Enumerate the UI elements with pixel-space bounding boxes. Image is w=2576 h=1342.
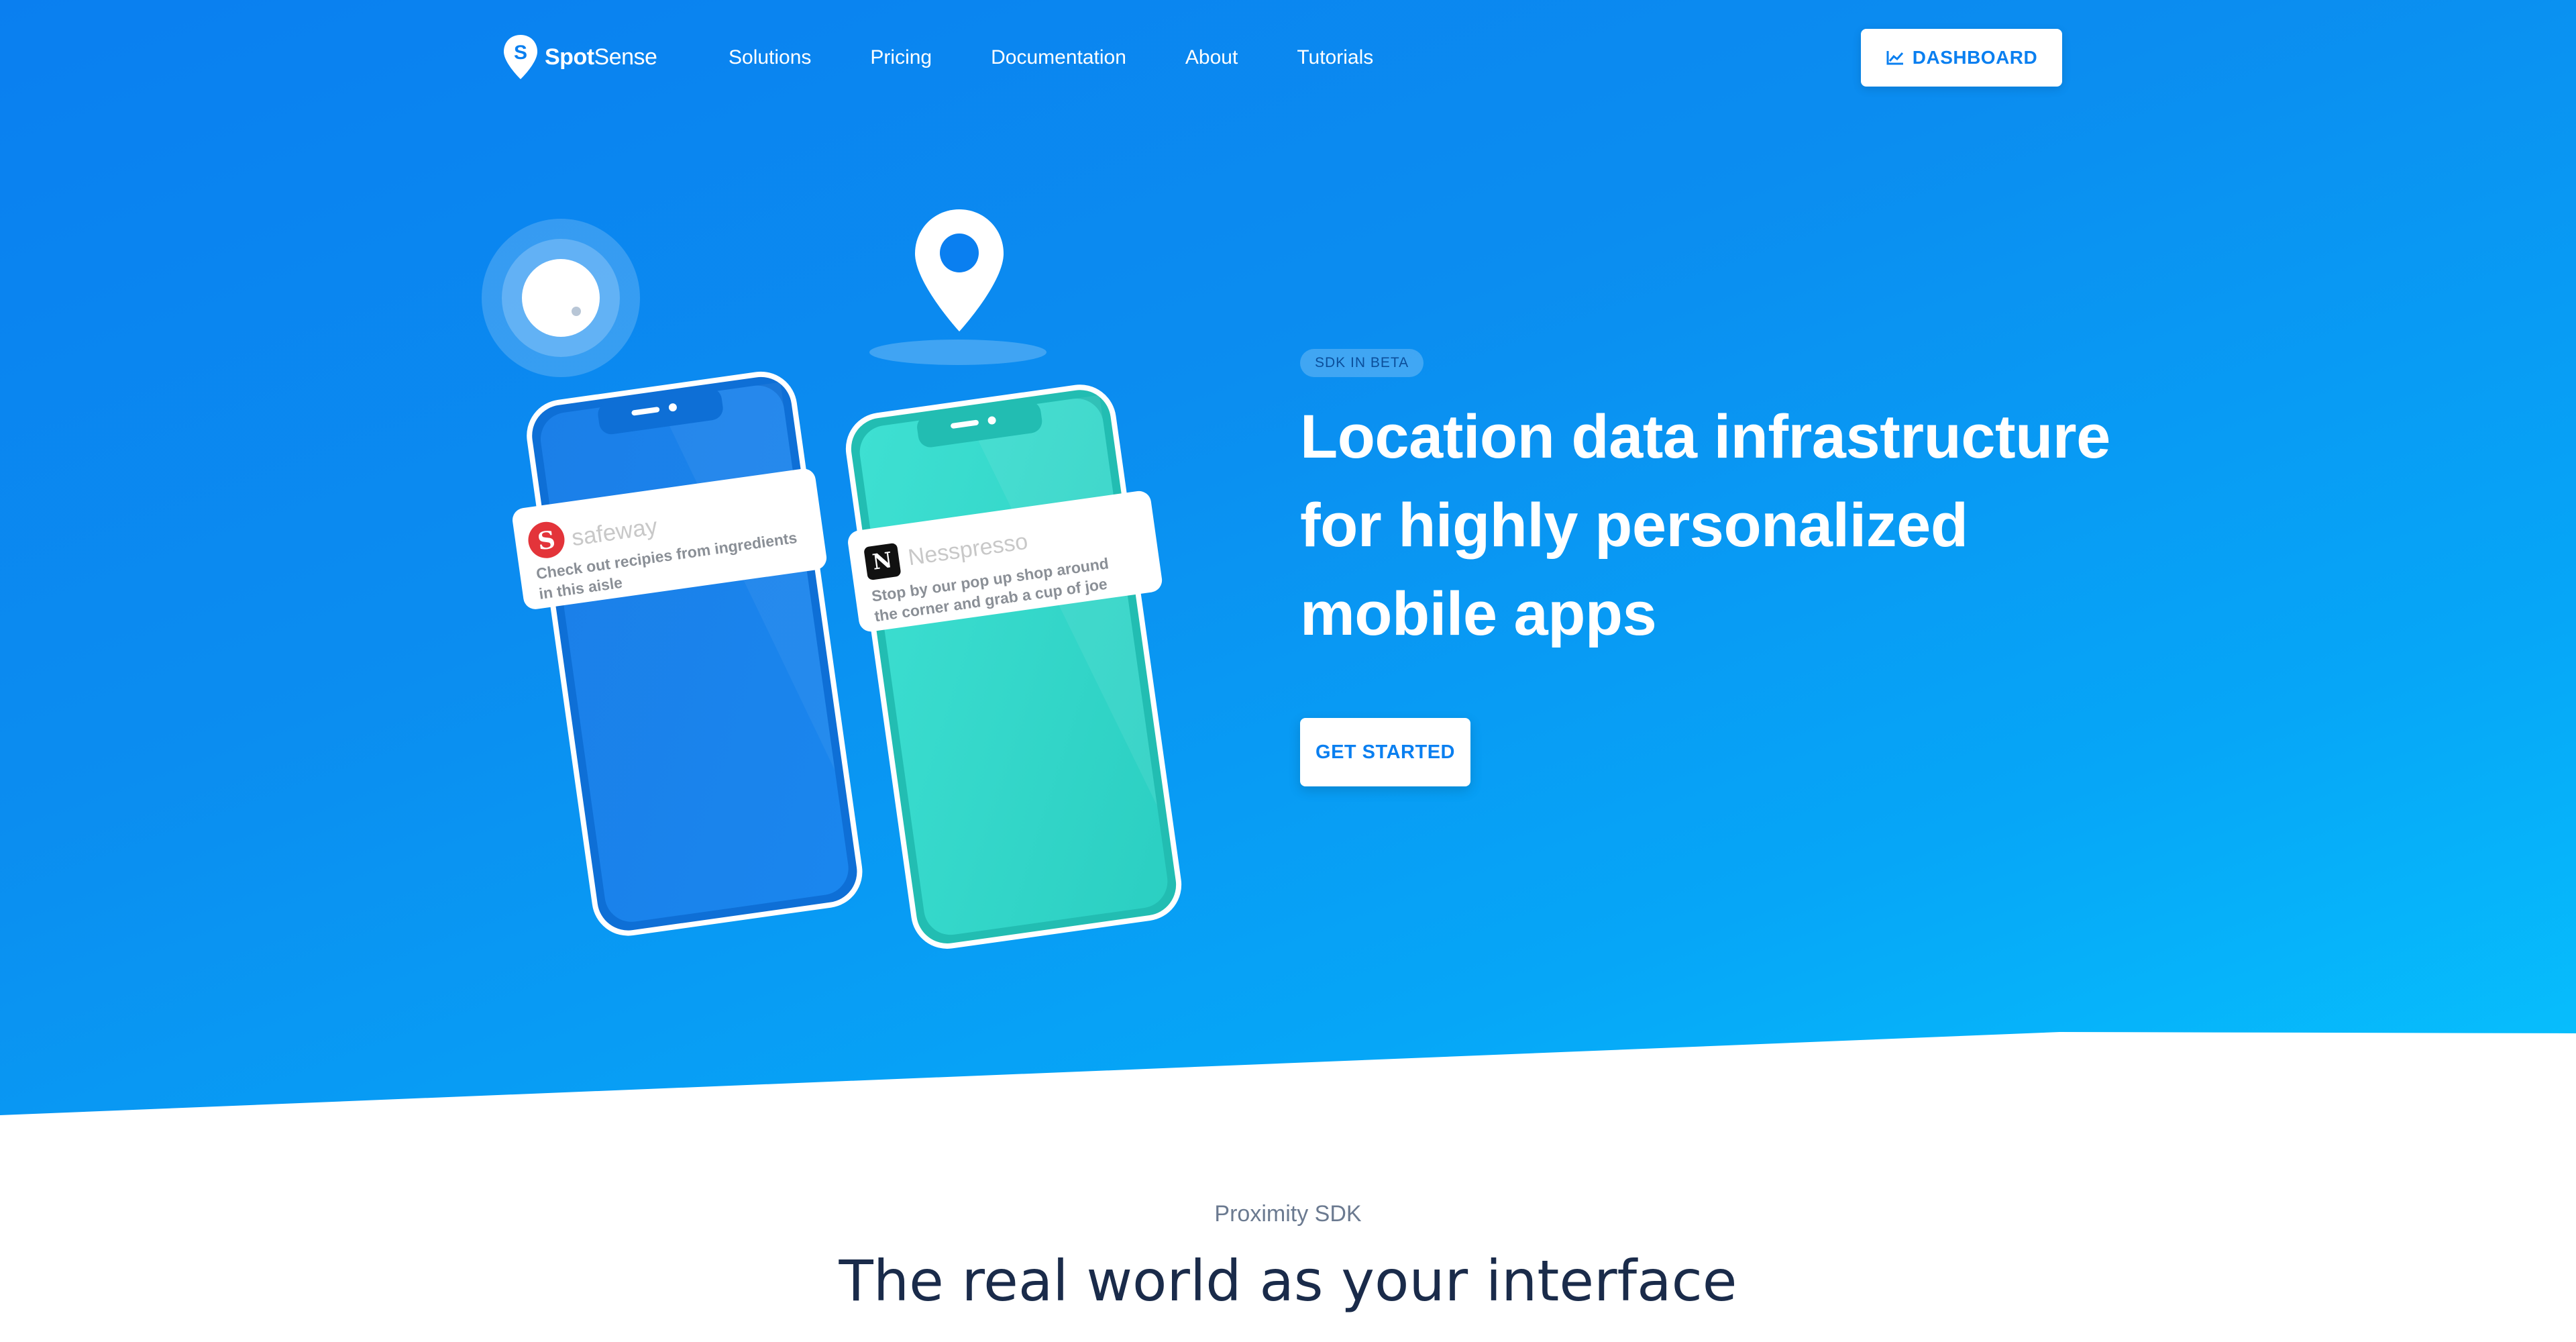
svg-text:N: N xyxy=(871,547,894,575)
sdk-beta-badge: SDK IN BETA xyxy=(1300,349,1424,377)
phone-teal xyxy=(845,384,1182,949)
nav-links: Solutions Pricing Documentation About Tu… xyxy=(729,42,1432,74)
nav-solutions[interactable]: Solutions xyxy=(729,42,811,74)
hero-headline: Location data infrastructure for highly … xyxy=(1300,403,2110,648)
nav-pricing[interactable]: Pricing xyxy=(870,42,932,74)
dashboard-label: DASHBOARD xyxy=(1912,47,2038,68)
chart-icon xyxy=(1886,51,1903,65)
hero-illustration: S safeway Check out recipies from ingred… xyxy=(482,209,1182,949)
location-pin-logo-icon: S xyxy=(504,35,537,79)
nav-documentation[interactable]: Documentation xyxy=(991,42,1126,74)
dashboard-button[interactable]: DASHBOARD xyxy=(1861,29,2062,87)
svg-text:S: S xyxy=(514,42,527,64)
brand-name: SpotSense xyxy=(545,44,657,70)
map-pin-icon xyxy=(869,209,1046,365)
phone-blue xyxy=(527,371,863,936)
section-title: The real world as your interface xyxy=(839,1248,1737,1314)
nav-about[interactable]: About xyxy=(1185,42,1238,74)
top-navigation: S SpotSense Solutions Pricing Documentat… xyxy=(0,0,2576,114)
section-eyebrow: Proximity SDK xyxy=(1214,1201,1362,1227)
beacon-icon xyxy=(482,219,640,377)
nav-tutorials[interactable]: Tutorials xyxy=(1297,42,1373,74)
hero-background xyxy=(0,0,2576,1121)
logo[interactable]: S SpotSense xyxy=(502,34,657,81)
get-started-button[interactable]: GET STARTED xyxy=(1300,718,1470,786)
